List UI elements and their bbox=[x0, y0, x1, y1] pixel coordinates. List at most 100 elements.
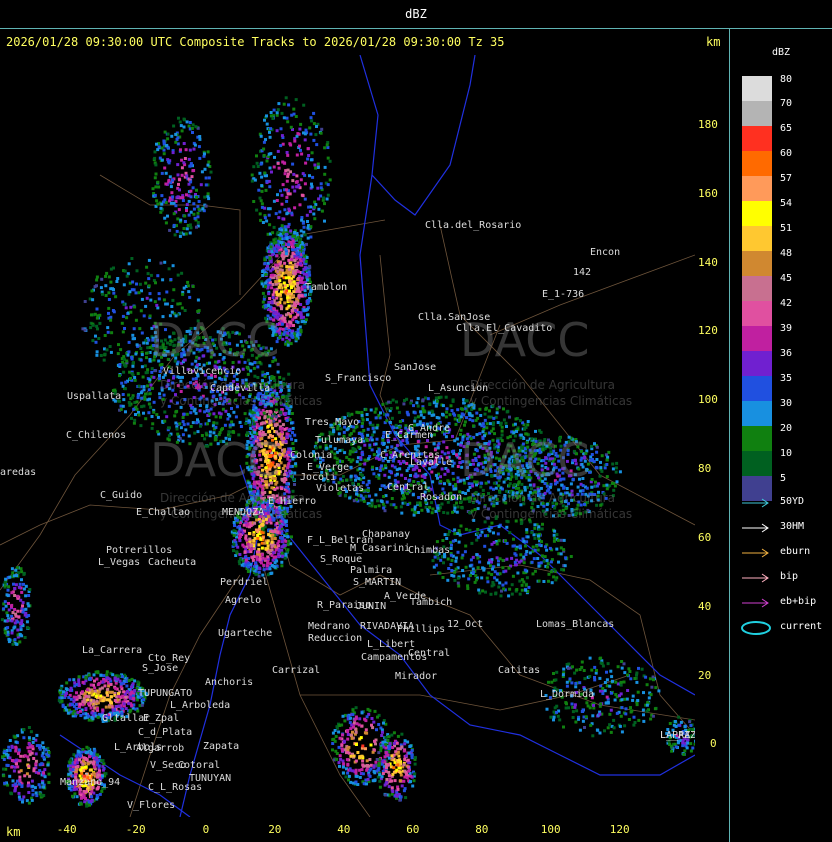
radar-echo-cell bbox=[530, 487, 533, 491]
radar-echo-cell bbox=[489, 592, 493, 596]
radar-echo-cell bbox=[430, 409, 434, 413]
radar-echo-cell bbox=[475, 553, 479, 557]
radar-echo-cell bbox=[316, 162, 320, 166]
radar-echo-cell bbox=[294, 180, 298, 184]
radar-echo-cell bbox=[308, 292, 312, 296]
radar-echo-cell bbox=[291, 179, 295, 183]
radar-echo-cell bbox=[391, 425, 395, 429]
radar-echo-cell bbox=[378, 469, 382, 472]
radar-echo-cell bbox=[387, 400, 391, 404]
radar-echo-cell bbox=[212, 421, 216, 425]
radar-echo-cell bbox=[313, 163, 317, 167]
radar-echo-cell bbox=[481, 566, 485, 570]
radar-echo-cell bbox=[275, 254, 279, 258]
radar-echo-cell bbox=[470, 541, 474, 545]
radar-echo-cell bbox=[364, 408, 368, 412]
radar-echo-cell bbox=[127, 401, 131, 404]
radar-echo-cell bbox=[495, 572, 499, 576]
radar-echo-cell bbox=[552, 539, 556, 543]
radar-echo-cell bbox=[464, 565, 468, 569]
radar-echo-cell bbox=[522, 561, 526, 565]
radar-echo-cell bbox=[196, 418, 199, 422]
radar-echo-cell bbox=[290, 535, 293, 539]
radar-echo-cell bbox=[265, 521, 269, 525]
radar-echo-cell bbox=[256, 486, 260, 490]
radar-echo-cell bbox=[264, 138, 267, 142]
radar-echo-cell bbox=[595, 445, 599, 449]
radar-echo-cell bbox=[490, 521, 494, 525]
radar-echo-cell bbox=[290, 255, 294, 259]
radar-echo-cell bbox=[300, 234, 304, 238]
radar-echo-cell bbox=[416, 415, 420, 419]
radar-echo-cell bbox=[409, 401, 413, 405]
radar-echo-cell bbox=[263, 118, 266, 122]
radar-echo-cell bbox=[513, 422, 517, 426]
radar-echo-cell bbox=[281, 271, 285, 275]
radar-echo-cell bbox=[545, 558, 549, 562]
radar-echo-cell bbox=[301, 221, 305, 225]
radar-echo-cell bbox=[449, 541, 453, 545]
radar-echo-cell bbox=[367, 457, 371, 461]
radar-echo-cell bbox=[516, 571, 520, 575]
radar-echo-cell bbox=[280, 536, 284, 540]
radar-echo-cell bbox=[431, 480, 435, 484]
radar-echo-cell bbox=[512, 544, 516, 548]
radar-echo-cell bbox=[430, 470, 434, 474]
radar-echo-cell bbox=[270, 301, 274, 305]
radar-echo-cell bbox=[290, 211, 294, 215]
radar-echo-cell bbox=[257, 408, 261, 412]
radar-echo-cell bbox=[274, 424, 278, 428]
radar-echo-cell bbox=[275, 244, 278, 248]
radar-echo-cell bbox=[524, 553, 528, 556]
radar-echo-cell bbox=[605, 463, 609, 466]
radar-echo-cell bbox=[614, 466, 618, 470]
radar-echo-cell bbox=[454, 422, 458, 426]
radar-echo-cell bbox=[259, 199, 263, 203]
radar-echo-cell bbox=[605, 487, 609, 491]
radar-echo-cell bbox=[301, 251, 305, 255]
radar-echo-cell bbox=[271, 414, 274, 418]
radar-echo-cell bbox=[448, 482, 452, 486]
title-bar: dBZ bbox=[0, 0, 832, 29]
radar-echo-cell bbox=[451, 539, 455, 543]
radar-echo-cell bbox=[371, 423, 375, 427]
radar-echo-cell bbox=[260, 282, 264, 286]
radar-echo-cell bbox=[150, 386, 154, 390]
radar-echo-cell bbox=[405, 469, 409, 473]
radar-echo-cell bbox=[563, 564, 567, 568]
radar-echo-cell bbox=[280, 241, 284, 245]
radar-echo-cell bbox=[266, 267, 270, 271]
radar-echo-cell bbox=[562, 538, 566, 542]
radar-echo-cell bbox=[292, 290, 296, 294]
radar-echo-cell bbox=[288, 418, 292, 421]
radar-echo-cell bbox=[267, 250, 271, 254]
radar-echo-cell bbox=[237, 530, 241, 534]
radar-echo-cell bbox=[302, 257, 306, 261]
radar-map[interactable]: DACC DACC DACC DACC Dirección de Agricul… bbox=[0, 55, 695, 817]
radar-echo-cell bbox=[266, 539, 270, 543]
radar-echo-cell bbox=[528, 551, 532, 555]
radar-echo-cell bbox=[270, 170, 273, 174]
radar-echo-cell bbox=[262, 154, 266, 157]
radar-echo-cell bbox=[390, 464, 394, 468]
radar-echo-cell bbox=[613, 484, 617, 488]
radar-echo-cell bbox=[520, 588, 524, 592]
radar-echo-cell bbox=[284, 327, 288, 331]
radar-echo-cell bbox=[291, 335, 295, 339]
radar-echo-cell bbox=[294, 115, 298, 118]
radar-echo-cell bbox=[212, 412, 216, 416]
radar-echo-cell bbox=[178, 422, 182, 426]
radar-echo-cell bbox=[387, 475, 391, 479]
radar-echo-cell bbox=[519, 553, 523, 557]
radar-echo-cell bbox=[148, 378, 152, 382]
radar-echo-cell bbox=[454, 567, 458, 571]
radar-echo-cell bbox=[173, 414, 177, 418]
radar-echo-cell bbox=[280, 564, 284, 568]
radar-echo-cell bbox=[483, 412, 487, 416]
radar-echo-cell bbox=[292, 324, 295, 327]
radar-echo-cell bbox=[546, 565, 549, 569]
radar-echo-cell bbox=[299, 328, 303, 332]
radar-echo-cell bbox=[368, 421, 372, 425]
radar-echo-cell bbox=[285, 151, 289, 154]
radar-echo-cell bbox=[446, 557, 450, 561]
